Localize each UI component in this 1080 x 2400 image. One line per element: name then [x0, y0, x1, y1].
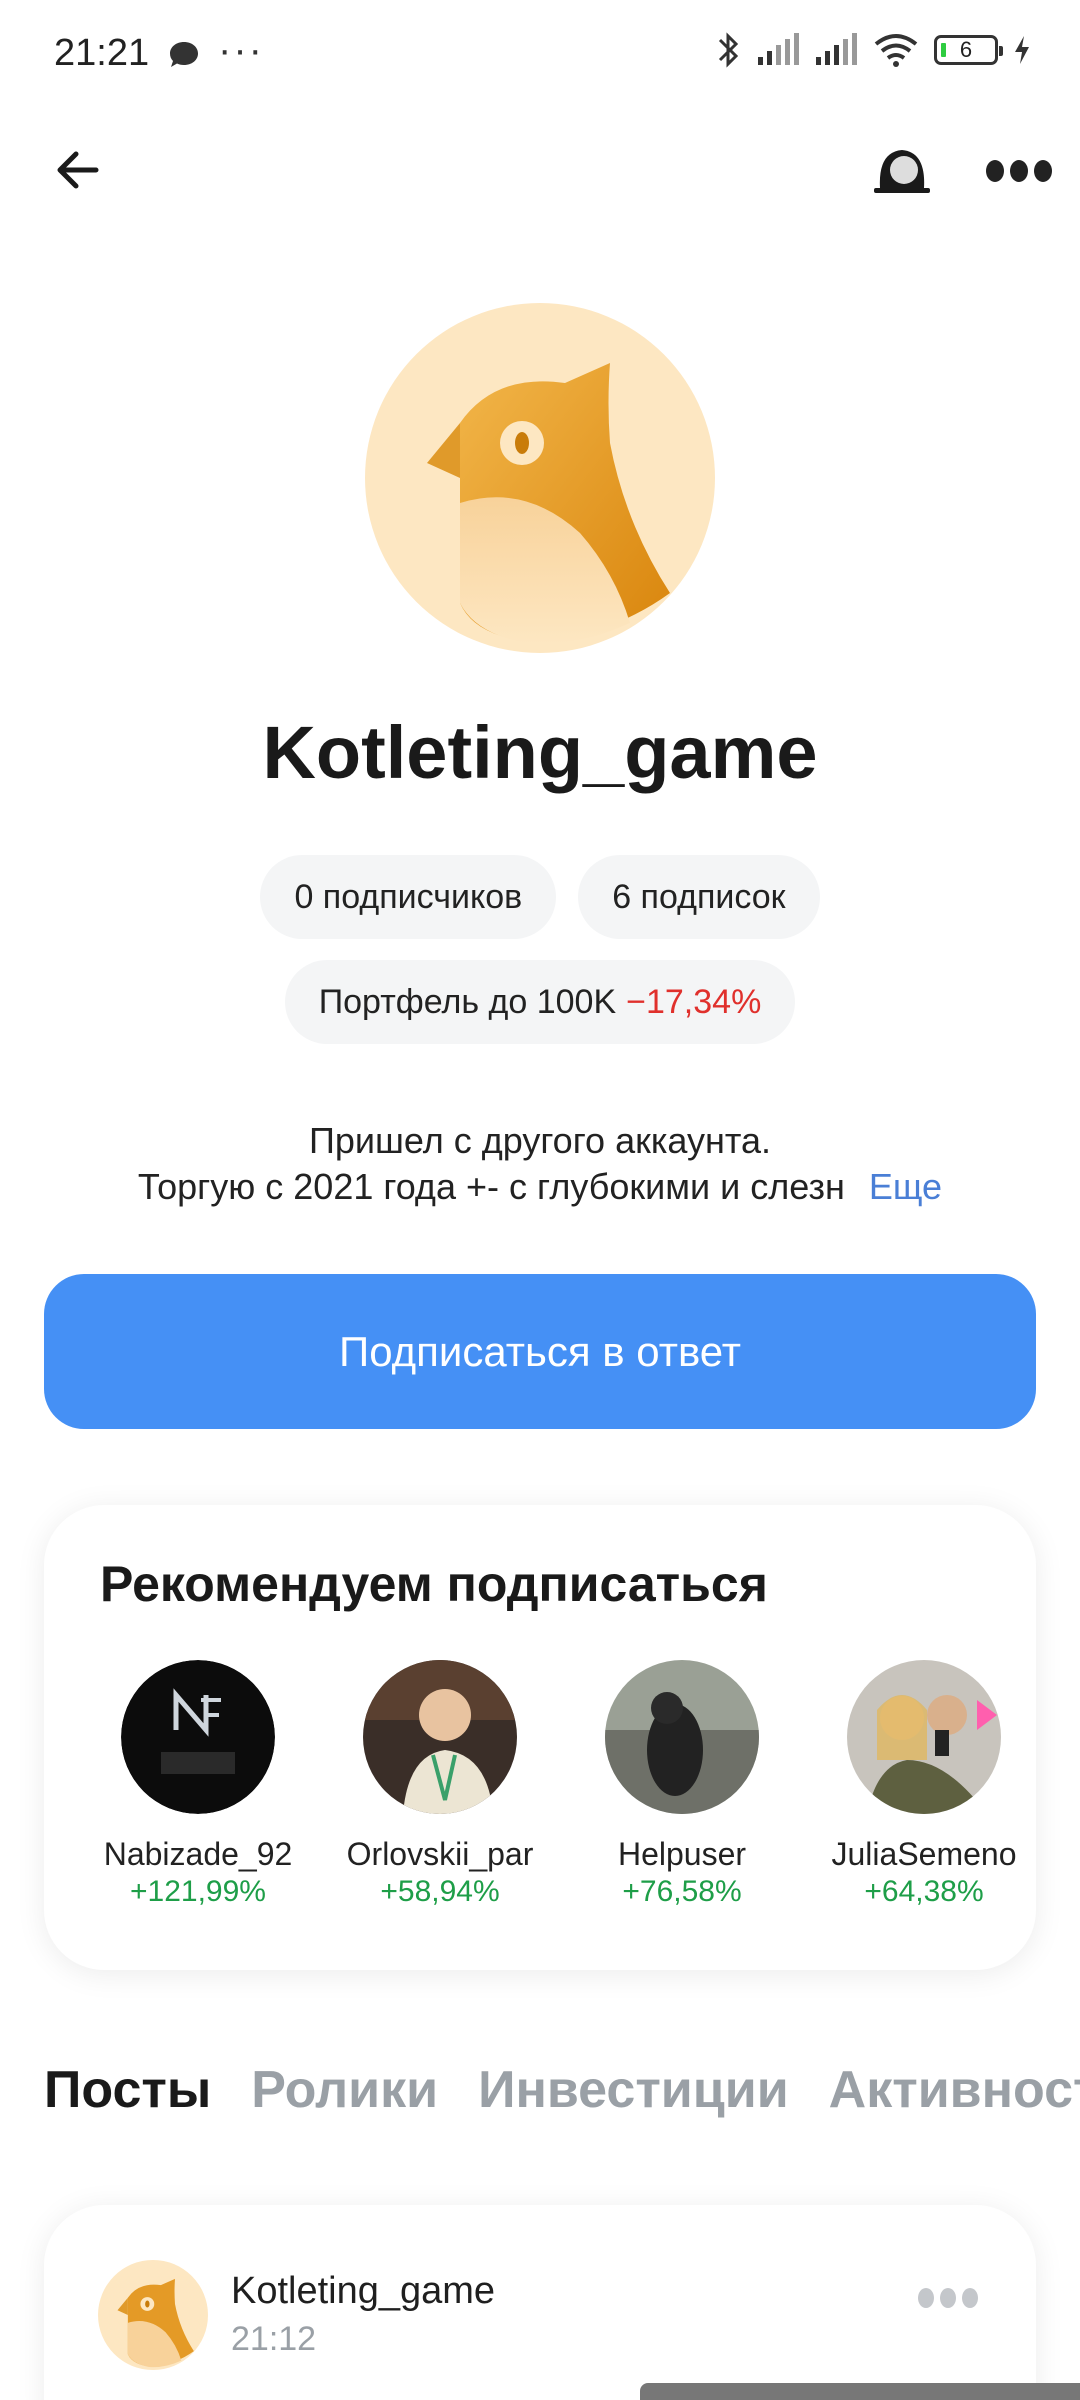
wifi-icon: [874, 34, 918, 67]
avatar: [605, 1660, 759, 1814]
recommend-card: Рекомендуем подписаться Nabizade_92 +121…: [44, 1505, 1036, 1970]
recommend-name: Nabizade_92: [103, 1836, 293, 1872]
recommend-item[interactable]: Helpuser +76,58%: [582, 1660, 782, 1909]
tab-activity[interactable]: Активность: [829, 2060, 1080, 2120]
portfolio-row: Портфель до 100K −17,34%: [0, 960, 1080, 1044]
battery-icon: 6: [934, 35, 1003, 65]
more-options-icon[interactable]: [985, 158, 1055, 184]
profile-tabs: Посты Ролики Инвестиции Активность: [44, 2060, 1080, 2130]
back-arrow-icon[interactable]: [50, 142, 106, 198]
portfolio-pill[interactable]: Портфель до 100K −17,34%: [284, 960, 796, 1044]
top-nav: [0, 130, 1080, 210]
post-author-avatar[interactable]: [98, 2260, 208, 2370]
subscribe-back-button[interactable]: Подписаться в ответ: [44, 1274, 1036, 1429]
profile-bio: Пришел с другого аккаунта. Торгую с 2021…: [0, 1118, 1080, 1210]
chat-notification-icon: [170, 42, 198, 67]
avatar: [121, 1660, 275, 1814]
bio-more-link[interactable]: Еще: [869, 1166, 942, 1207]
followers-pill[interactable]: 0 подписчиков: [260, 855, 557, 939]
profile-stats: 0 подписчиков 6 подписок: [0, 855, 1080, 939]
following-pill[interactable]: 6 подписок: [578, 855, 820, 939]
battery-level: 6: [959, 37, 973, 62]
bio-line-2: Торгую с 2021 года +- с глубокими и слез…: [137, 1166, 845, 1207]
status-icons: 6: [716, 30, 1032, 70]
notification-bell-icon[interactable]: [870, 142, 934, 198]
tab-investments[interactable]: Инвестиции: [478, 2060, 789, 2120]
charging-icon: [1015, 36, 1029, 64]
more-notifications-icon: ···: [218, 28, 264, 72]
recommend-name: JuliaSemeno: [831, 1836, 1017, 1872]
recommend-item[interactable]: Orlovskii_par +58,94%: [340, 1660, 540, 1909]
recommend-item[interactable]: JuliaSemeno +64,38%: [824, 1660, 1024, 1909]
post-time: 21:12: [231, 2320, 317, 2358]
recommend-name: Helpuser: [617, 1836, 747, 1872]
recommend-pct: +76,58%: [622, 1875, 742, 1908]
tab-reels[interactable]: Ролики: [251, 2060, 438, 2120]
bio-line-1: Пришел с другого аккаунта.: [309, 1120, 771, 1161]
profile-avatar: [365, 303, 715, 653]
overlay-bar: [640, 2383, 1080, 2400]
signal-icon-1: [758, 33, 799, 65]
status-bar: 21:21 ··· 6: [0, 0, 1080, 110]
recommend-title: Рекомендуем подписаться: [100, 1556, 768, 1612]
portfolio-change: −17,34%: [626, 982, 762, 1021]
recommend-item[interactable]: Nabizade_92 +121,99%: [98, 1660, 298, 1909]
portfolio-label: Портфель до 100K: [318, 982, 617, 1021]
avatar: [847, 1660, 1001, 1814]
post-author[interactable]: Kotleting_game: [231, 2270, 495, 2313]
tab-posts[interactable]: Посты: [44, 2060, 211, 2120]
status-time: 21:21: [54, 32, 150, 74]
post-more-icon[interactable]: [916, 2285, 980, 2311]
avatar: [363, 1660, 517, 1814]
recommend-pct: +58,94%: [380, 1875, 500, 1908]
signal-icon-2: [816, 33, 857, 65]
post-card[interactable]: Kotleting_game 21:12: [44, 2205, 1036, 2400]
profile-username: Kotleting_game: [262, 711, 818, 794]
recommend-list: Nabizade_92 +121,99% Orlovskii_par +58,9…: [44, 1660, 1036, 1920]
recommend-name: Orlovskii_par: [346, 1836, 534, 1872]
recommend-pct: +121,99%: [130, 1875, 266, 1908]
owl-avatar-icon: [117, 2278, 194, 2368]
bluetooth-icon: [718, 32, 739, 68]
recommend-pct: +64,38%: [864, 1875, 984, 1908]
owl-avatar-icon: [427, 363, 670, 644]
